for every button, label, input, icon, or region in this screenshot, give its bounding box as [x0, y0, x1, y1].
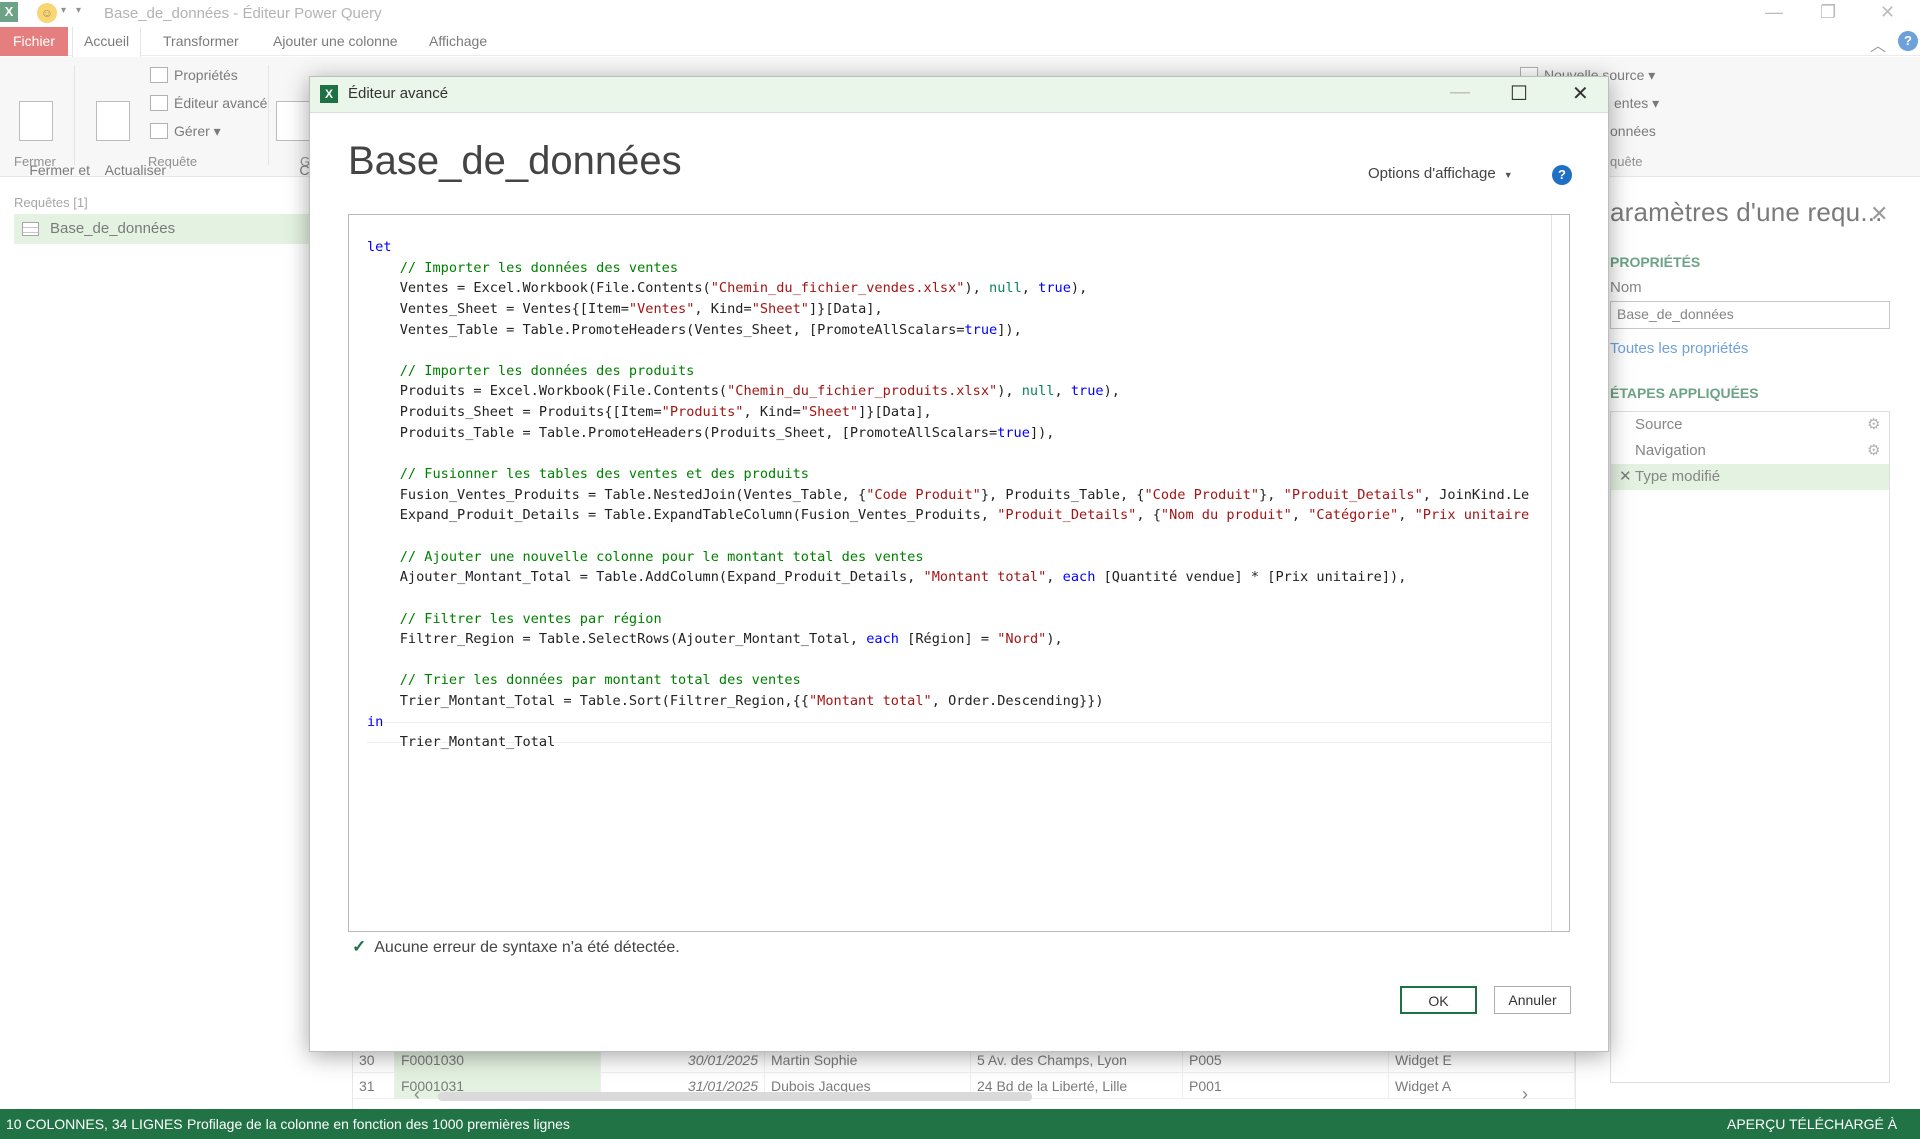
- maximize-icon[interactable]: ☐: [1510, 81, 1528, 106]
- code-line[interactable]: Expand_Produit_Details = Table.ExpandTab…: [367, 505, 1529, 526]
- code-line[interactable]: Produits = Excel.Workbook(File.Contents(…: [367, 381, 1529, 402]
- minimize-icon: —: [1450, 81, 1470, 103]
- code-line[interactable]: // Importer les données des ventes: [367, 258, 1529, 279]
- code-line[interactable]: Fusion_Ventes_Produits = Table.NestedJoi…: [367, 485, 1529, 506]
- code-line[interactable]: [367, 650, 1529, 671]
- cancel-button[interactable]: Annuler: [1494, 986, 1571, 1014]
- code-line[interactable]: Ventes_Sheet = Ventes{[Item="Ventes", Ki…: [367, 299, 1529, 320]
- code-line[interactable]: [367, 443, 1529, 464]
- code-line[interactable]: [367, 526, 1529, 547]
- syntax-status: ✓ Aucune erreur de syntaxe n'a été détect…: [352, 937, 680, 957]
- code-line[interactable]: // Fusionner les tables des ventes et de…: [367, 464, 1529, 485]
- code-line[interactable]: // Ajouter une nouvelle colonne pour le …: [367, 547, 1529, 568]
- dialog-title: Éditeur avancé: [348, 85, 449, 102]
- display-options-label: Options d'affichage: [1368, 165, 1496, 182]
- code-line[interactable]: Filtrer_Region = Table.SelectRows(Ajoute…: [367, 629, 1529, 650]
- code-line[interactable]: [367, 588, 1529, 609]
- code-line[interactable]: // Filtrer les ventes par région: [367, 609, 1529, 630]
- status-profiling: Profilage de la colonne en fonction des …: [187, 1116, 570, 1132]
- code-line[interactable]: Produits_Sheet = Produits{[Item="Produit…: [367, 402, 1529, 423]
- power-query-window: X ☺ ▾ ▾ Base_de_données - Éditeur Power …: [0, 0, 1920, 1139]
- help-icon[interactable]: ?: [1552, 165, 1572, 185]
- code-editor[interactable]: let // Importer les données des ventes V…: [348, 214, 1570, 932]
- code-line[interactable]: Produits_Table = Table.PromoteHeaders(Pr…: [367, 423, 1529, 444]
- syntax-status-text: Aucune erreur de syntaxe n'a été détecté…: [374, 939, 680, 956]
- code-line[interactable]: let: [367, 237, 1529, 258]
- check-icon: ✓: [352, 937, 367, 956]
- code-line[interactable]: Ajouter_Montant_Total = Table.AddColumn(…: [367, 567, 1529, 588]
- code-line[interactable]: // Importer les données des produits: [367, 361, 1529, 382]
- code-line[interactable]: in: [367, 712, 1529, 733]
- code-line[interactable]: [367, 340, 1529, 361]
- status-columns-rows: 10 COLONNES, 34 LIGNES: [6, 1116, 183, 1132]
- ok-button[interactable]: OK: [1400, 986, 1477, 1014]
- code-line[interactable]: Trier_Montant_Total = Table.Sort(Filtrer…: [367, 691, 1529, 712]
- status-bar: 10 COLONNES, 34 LIGNES Profilage de la c…: [0, 1109, 1920, 1139]
- display-options-dropdown[interactable]: Options d'affichage ▼: [1368, 165, 1513, 182]
- code-line[interactable]: Ventes_Table = Table.PromoteHeaders(Vent…: [367, 320, 1529, 341]
- advanced-editor-dialog: X Éditeur avancé — ☐ ✕ Base_de_données O…: [309, 76, 1609, 1052]
- excel-icon: X: [320, 85, 338, 103]
- close-icon[interactable]: ✕: [1572, 81, 1589, 106]
- editor-scrollbar-divider: [1551, 215, 1552, 931]
- code-line[interactable]: Trier_Montant_Total: [367, 732, 1529, 753]
- code-line[interactable]: // Trier les données par montant total d…: [367, 670, 1529, 691]
- status-preview-time: APERÇU TÉLÉCHARGÉ À 16:06: [1727, 1116, 1898, 1132]
- query-title: Base_de_données: [348, 139, 682, 183]
- code-line[interactable]: Ventes = Excel.Workbook(File.Contents("C…: [367, 278, 1529, 299]
- chevron-down-icon: ▼: [1503, 170, 1513, 180]
- code-text[interactable]: let // Importer les données des ventes V…: [367, 237, 1529, 753]
- dialog-title-bar: X Éditeur avancé — ☐ ✕: [310, 77, 1608, 113]
